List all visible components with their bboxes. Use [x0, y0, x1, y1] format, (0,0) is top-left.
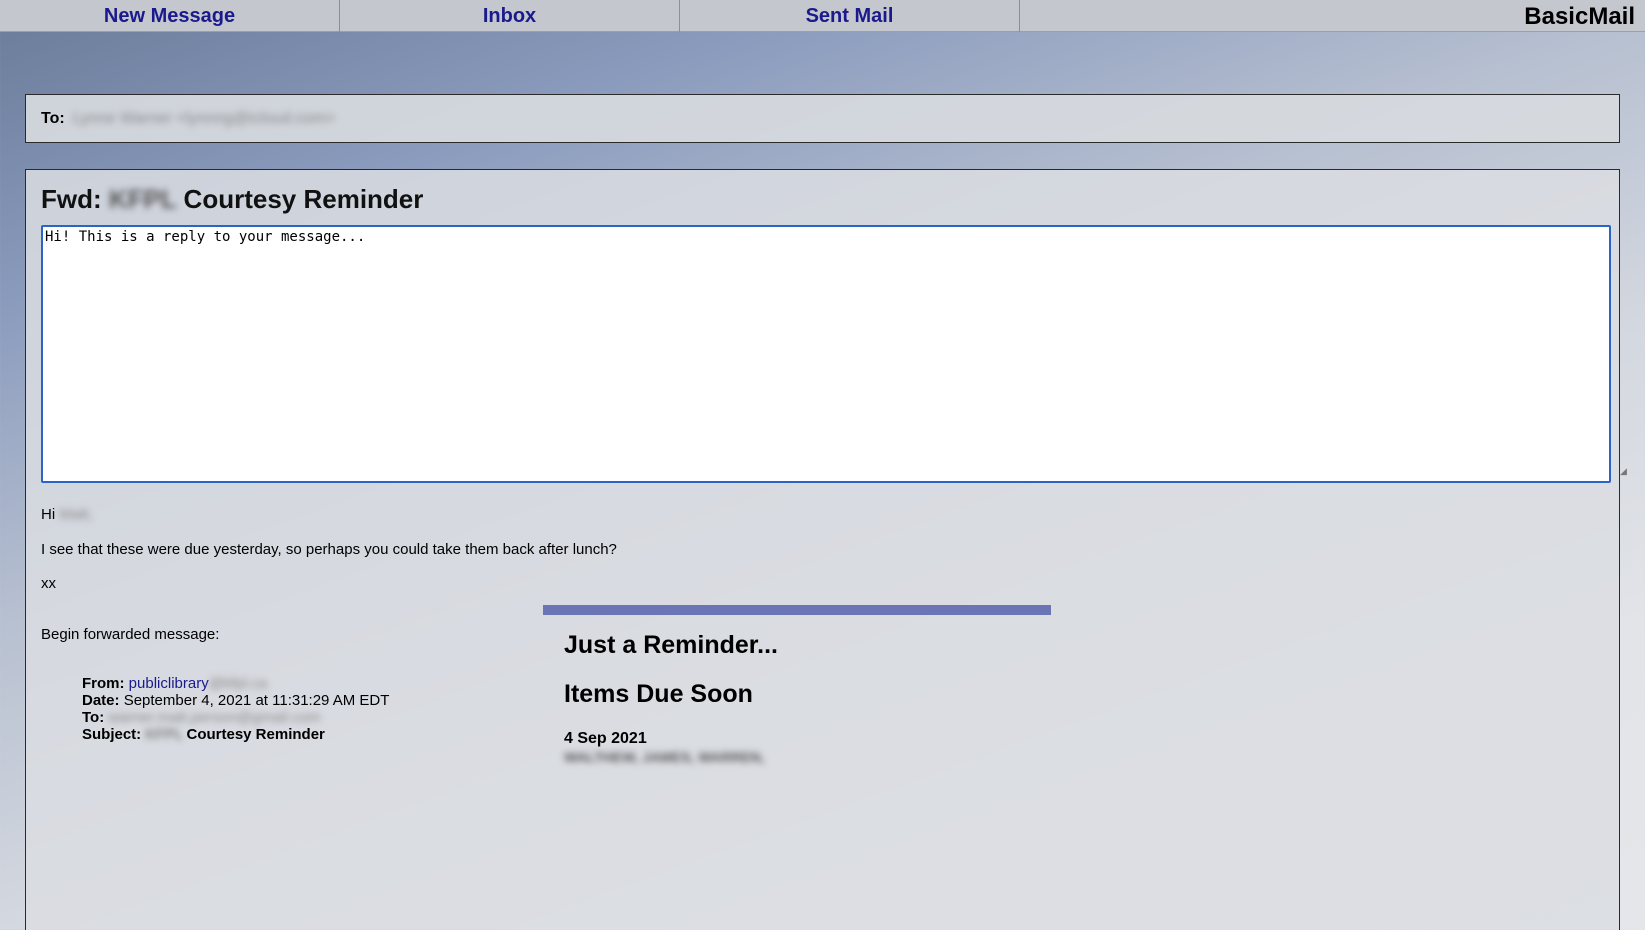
to-label: To:: [41, 109, 65, 127]
reminder-heading: Just a Reminder...: [564, 631, 778, 659]
fwd-subject-value: Courtesy Reminder: [186, 726, 325, 743]
fwd-to-redacted: warner.matt.person@gmail.com: [108, 709, 321, 726]
subject-redacted: KFPL: [108, 184, 177, 214]
fwd-subject-label: Subject:: [82, 726, 142, 743]
signoff: xx: [41, 575, 56, 592]
to-recipient: Lynne Warner <lynnng@icloud.com>: [72, 109, 335, 127]
greeting-word: Hi: [41, 506, 56, 523]
fwd-from-row: From: publiclibrary@kfpl.ca: [82, 675, 267, 692]
subject-text: Courtesy Reminder: [183, 184, 424, 214]
fwd-from-label: From:: [82, 675, 125, 692]
body-line: I see that these were due yesterday, so …: [41, 541, 617, 558]
tab-sent-mail[interactable]: Sent Mail: [680, 0, 1020, 32]
reminder-redacted-line: WALTHEW, JAMES, WARREN,: [564, 749, 765, 765]
reminder-subheading: Items Due Soon: [564, 680, 753, 708]
fwd-to-label: To:: [82, 709, 105, 726]
fwd-date-row: Date: September 4, 2021 at 11:31:29 AM E…: [82, 692, 389, 709]
resize-grip-icon[interactable]: ◢: [1620, 467, 1628, 476]
greeting-line: Hi Matt,: [41, 506, 93, 523]
subject-prefix: Fwd:: [41, 184, 102, 214]
fwd-to-row: To: warner.matt.person@gmail.com: [82, 709, 320, 726]
to-field[interactable]: To: Lynne Warner <lynnng@icloud.com>: [25, 94, 1620, 143]
tab-new-message[interactable]: New Message: [0, 0, 340, 32]
fwd-from-redacted: @kfpl.ca: [208, 675, 268, 692]
fwd-date-value: September 4, 2021 at 11:31:29 AM EDT: [123, 692, 390, 709]
top-nav: New Message Inbox Sent Mail BasicMail: [0, 0, 1645, 32]
fwd-date-label: Date:: [82, 692, 120, 709]
fwd-from-link[interactable]: publiclibrary: [129, 675, 209, 692]
tab-inbox[interactable]: Inbox: [340, 0, 680, 32]
reply-textarea[interactable]: [41, 225, 1611, 483]
message-panel: Fwd: KFPL Courtesy Reminder ◢ Hi Matt, I…: [25, 169, 1627, 930]
fwd-subject-row: Subject: KFPL Courtesy Reminder: [82, 726, 325, 743]
fwd-subject-redacted: KFPL: [145, 726, 183, 743]
reminder-banner-bar: [543, 605, 1051, 615]
message-subject: Fwd: KFPL Courtesy Reminder: [41, 184, 423, 215]
forward-intro: Begin forwarded message:: [41, 626, 220, 643]
greeting-name: Matt,: [59, 506, 93, 523]
app-brand: BasicMail: [1524, 3, 1635, 30]
reminder-date: 4 Sep 2021: [564, 730, 647, 747]
